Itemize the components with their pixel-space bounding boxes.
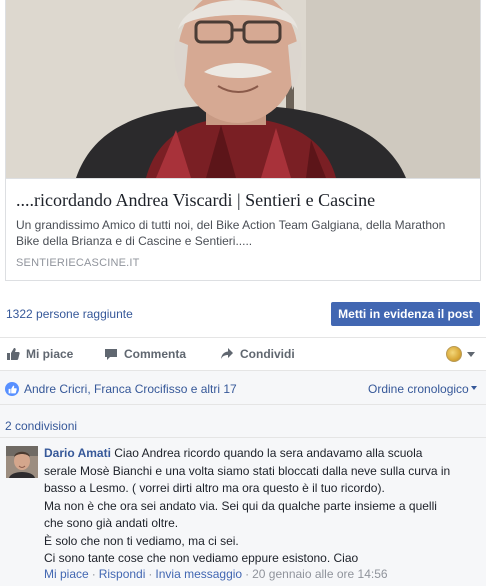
send-message-link[interactable]: Invia messaggio: [155, 567, 242, 581]
comment-line: serale Mosè Bianchi e una volta siamo st…: [44, 463, 451, 478]
share-label: Condividi: [240, 347, 295, 361]
link-preview-description: Un grandissimo Amico di tutti noi, del B…: [16, 218, 446, 248]
link-preview-title[interactable]: ....ricordando Andrea Viscardi | Sentier…: [16, 189, 470, 211]
likes-names[interactable]: Andre Cricri, Franca Crocifisso e altri …: [24, 382, 237, 396]
audience-selector[interactable]: [446, 345, 480, 363]
like-button[interactable]: Mi piace: [6, 345, 73, 363]
comment-actions: Mi piace · Rispondi · Invia messaggio · 20 gen…: [44, 567, 388, 581]
link-preview-text: ....ricordando Andrea Viscardi | Sentier…: [6, 178, 480, 281]
reach-count[interactable]: 1322 persone raggiunte: [6, 307, 133, 321]
post-actions-bar: Mi piace Commenta Condividi: [0, 341, 486, 367]
shares-count[interactable]: 2 condivisioni: [5, 419, 77, 433]
link-preview-domain: SENTIERIECASCINE.IT: [16, 257, 140, 269]
comment-line: È solo che non ti vediamo, ma ci sei.: [44, 533, 239, 548]
comment-button[interactable]: Commenta: [104, 345, 186, 363]
chevron-down-icon: [467, 351, 475, 357]
like-reaction-icon: [5, 382, 19, 396]
share-icon: [220, 347, 234, 361]
comment-reply-link[interactable]: Rispondi: [99, 567, 146, 581]
comment-line: Ma non è che ora sei andato via. Sei qui…: [44, 498, 437, 513]
comment-line: che sono già andati oltre.: [44, 516, 179, 530]
link-preview-image[interactable]: [6, 0, 480, 178]
like-label: Mi piace: [26, 347, 74, 361]
comment-order-label: Ordine cronologico: [368, 382, 469, 396]
comment-line: Ci sono tante cose che non vediamo eppur…: [44, 551, 359, 565]
comment-order-dropdown[interactable]: Ordine cronologico: [368, 382, 477, 396]
comments-section: Andre Cricri, Franca Crocifisso e altri …: [0, 370, 486, 586]
chevron-down-icon: [470, 386, 477, 390]
comment-line: basso a Lesmo. ( vorrei dirti altro ma o…: [44, 481, 385, 495]
comment-item: Dario Amati Ciao Andrea ricordo quando l…: [0, 438, 486, 586]
portrait-photo: [6, 0, 480, 178]
link-preview-card[interactable]: ....ricordando Andrea Viscardi | Sentier…: [5, 0, 481, 281]
comment-text: Dario Amati Ciao Andrea ricordo quando l…: [44, 445, 480, 568]
facebook-post: ....ricordando Andrea Viscardi | Sentier…: [0, 0, 486, 586]
divider: [0, 337, 486, 338]
separator: ·: [245, 567, 250, 581]
comment-author[interactable]: Dario Amati: [44, 446, 111, 460]
globe-icon: [446, 346, 462, 362]
reactions-row: Andre Cricri, Franca Crocifisso e altri …: [0, 371, 486, 405]
shares-row: 2 condivisioni: [0, 405, 486, 438]
comment-like-link[interactable]: Mi piace: [44, 567, 89, 581]
avatar[interactable]: [6, 446, 38, 478]
separator: ·: [91, 567, 96, 581]
comment-line: Ciao Andrea ricordo quando la sera andav…: [114, 446, 423, 460]
thumbs-up-icon: [6, 347, 20, 361]
reach-row: 1322 persone raggiunte Metti in evidenza…: [0, 300, 486, 328]
comment-icon: [104, 347, 118, 361]
comment-timestamp[interactable]: 20 gennaio alle ore 14:56: [252, 567, 387, 581]
share-button[interactable]: Condividi: [220, 345, 295, 363]
boost-post-button[interactable]: Metti in evidenza il post: [331, 302, 480, 326]
comment-label: Commenta: [124, 347, 187, 361]
separator: ·: [148, 567, 153, 581]
